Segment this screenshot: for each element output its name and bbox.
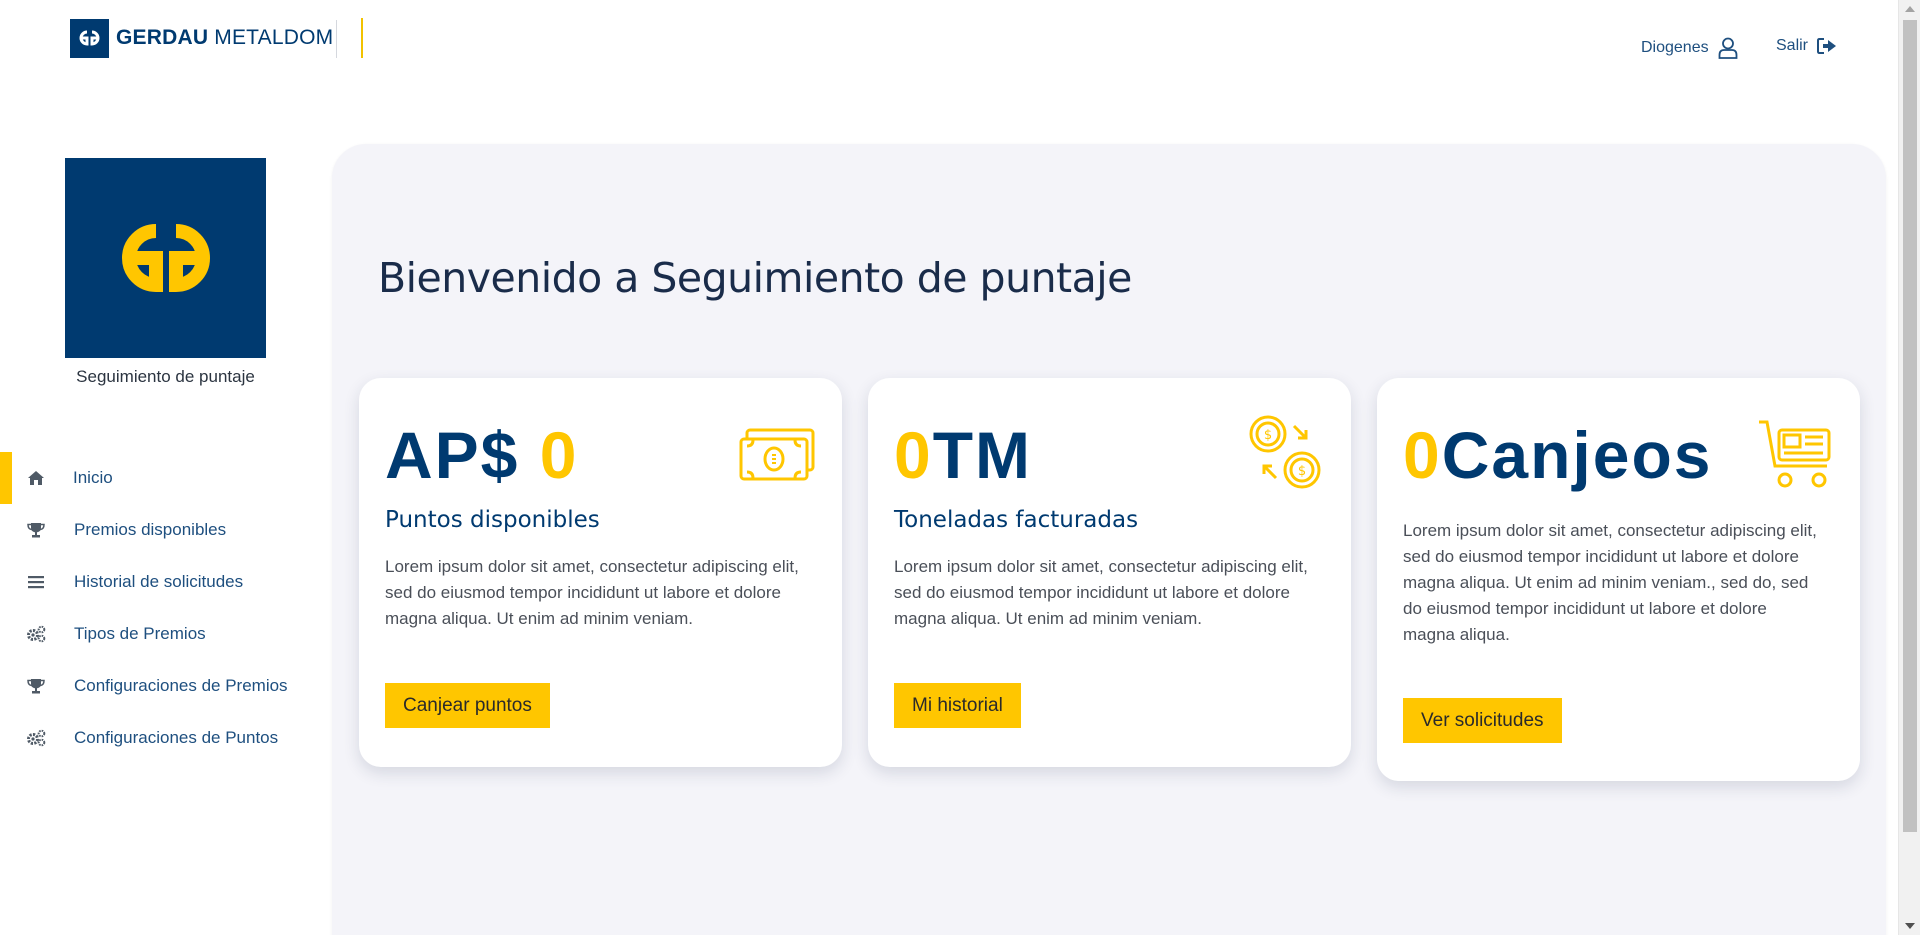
card-description: Lorem ipsum dolor sit amet, consectetur …	[385, 557, 799, 628]
card-description: Lorem ipsum dolor sit amet, consectetur …	[894, 557, 1308, 628]
tonnage-stat: 0TM	[894, 422, 1032, 488]
card-toneladas-facturadas: 0TM Toneladas facturadas Lorem ipsum dol…	[868, 378, 1351, 767]
svg-text:$: $	[1298, 464, 1306, 479]
brand-name-bold: GERDAU	[116, 26, 209, 49]
mi-historial-button[interactable]: Mi historial	[894, 683, 1021, 728]
sidebar-item-tipos-premios[interactable]: Tipos de Premios	[0, 608, 320, 660]
sidebar-item-label: Premios disponibles	[74, 520, 227, 539]
trophy-icon	[26, 520, 46, 540]
user-name: Diogenes	[1641, 39, 1709, 56]
app-logo	[65, 158, 266, 358]
home-icon	[26, 468, 46, 488]
sidebar-item-historial-solicitudes[interactable]: Historial de solicitudes	[0, 556, 320, 608]
redemptions-stat: 0Canjeos	[1403, 422, 1712, 488]
sidebar-nav: Inicio Premios disponibles Historial de …	[0, 452, 320, 764]
list-icon	[26, 572, 46, 592]
sidebar-item-label: Configuraciones de Premios	[74, 676, 288, 695]
sidebar-item-inicio[interactable]: Inicio	[0, 452, 320, 504]
sidebar-item-label: Tipos de Premios	[74, 624, 206, 643]
card-title: Puntos disponibles	[385, 507, 600, 533]
gears-icon	[26, 728, 46, 748]
brand-logo[interactable]: GERDAU METALDOM	[70, 18, 363, 58]
coin-exchange-icon: $ $	[1249, 415, 1321, 489]
sidebar-item-label: Historial de solicitudes	[74, 572, 244, 591]
sign-out-icon	[1817, 38, 1837, 54]
brand-name: GERDAU METALDOM	[116, 26, 333, 50]
gears-icon	[26, 624, 46, 644]
trophy-icon	[26, 676, 46, 696]
brand-name-light: METALDOM	[214, 26, 334, 49]
sidebar-item-label: Configuraciones de Puntos	[74, 728, 279, 747]
app-caption: Seguimiento de puntaje	[76, 367, 255, 386]
stat-value: 0	[894, 418, 933, 492]
brand-divider	[336, 20, 337, 58]
gerdau-logo-icon	[70, 18, 109, 58]
sidebar-item-premios-disponibles[interactable]: Premios disponibles	[0, 504, 320, 556]
points-stat: AP$ 0	[385, 422, 578, 488]
ver-solicitudes-button[interactable]: Ver solicitudes	[1403, 698, 1562, 743]
card-title: Toneladas facturadas	[894, 507, 1139, 533]
page-title: Bienvenido a Seguimiento de puntaje	[378, 254, 1132, 302]
stat-value: 0	[539, 418, 579, 492]
stat-suffix: TM	[932, 418, 1033, 492]
logout-label: Salir	[1776, 37, 1809, 54]
card-description: Lorem ipsum dolor sit amet, consectetur …	[1403, 521, 1817, 644]
scrollbar-thumb[interactable]	[1903, 20, 1917, 832]
cart-icon	[1759, 420, 1831, 488]
money-icon	[739, 428, 815, 481]
gerdau-logo-icon	[121, 224, 210, 293]
sidebar-item-label: Inicio	[73, 468, 113, 487]
user-icon	[1718, 37, 1738, 59]
card-canjeos: 0Canjeos Lorem ipsum dolor sit amet, con…	[1377, 378, 1860, 781]
scroll-down-arrow-icon[interactable]	[1905, 923, 1915, 929]
logout-link[interactable]: Salir	[1776, 37, 1837, 55]
user-profile-link[interactable]: Diogenes	[1641, 37, 1738, 59]
scroll-up-arrow-icon[interactable]	[1905, 6, 1915, 12]
svg-text:$: $	[1264, 428, 1272, 443]
sidebar-item-config-puntos[interactable]: Configuraciones de Puntos	[0, 712, 320, 764]
canjear-puntos-button[interactable]: Canjear puntos	[385, 683, 550, 728]
top-header: GERDAU METALDOM Diogenes Salir	[0, 0, 1898, 90]
sidebar-item-config-premios[interactable]: Configuraciones de Premios	[0, 660, 320, 712]
card-puntos-disponibles: AP$ 0 Puntos disponibles Lorem ipsum dol…	[359, 378, 842, 767]
brand-accent-divider	[361, 18, 363, 58]
stat-suffix: Canjeos	[1441, 418, 1713, 492]
stat-value: 0	[1403, 418, 1442, 492]
stat-prefix: AP$	[385, 418, 520, 492]
vertical-scrollbar[interactable]	[1898, 0, 1920, 935]
